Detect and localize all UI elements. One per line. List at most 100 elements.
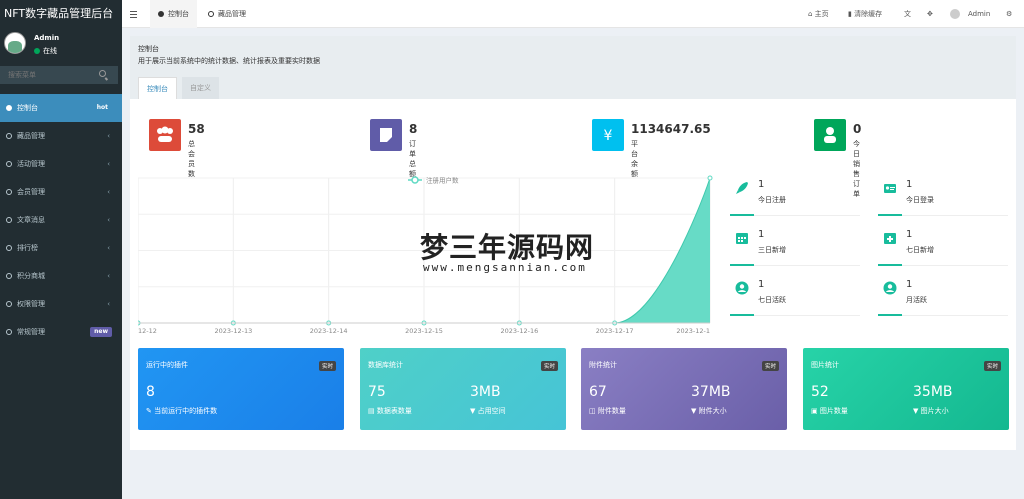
card-label: ▣ 图片数量 bbox=[811, 407, 848, 415]
divider bbox=[754, 215, 860, 216]
watermark-url: www.mengsannian.com bbox=[423, 261, 587, 274]
sidebar-item-members[interactable]: 会员管理 ‹ bbox=[0, 178, 122, 206]
app-brand[interactable]: NFT数字藏品管理后台 bbox=[0, 0, 122, 28]
avatar-small-icon bbox=[950, 9, 960, 19]
stat-label: 订单总额 bbox=[409, 140, 416, 178]
fullscreen-icon[interactable]: ✥ bbox=[927, 0, 933, 28]
plugin-icon: ✎ bbox=[146, 407, 155, 415]
underline bbox=[878, 314, 902, 316]
calendar-icon bbox=[736, 233, 748, 244]
main-content: 控制台 用于展示当前系统中的统计数据、统计报表及重要实时数据 控制台 自定义 5… bbox=[130, 36, 1016, 450]
card-value: 52 bbox=[811, 384, 829, 400]
x-tick-label: 2023-12-16 bbox=[500, 327, 538, 334]
legend-marker bbox=[411, 176, 419, 184]
card-value: 8 bbox=[146, 384, 155, 400]
divider bbox=[902, 315, 1008, 316]
circle-icon bbox=[208, 11, 214, 17]
sidebar-item-points-mall[interactable]: 积分商城 ‹ bbox=[0, 262, 122, 290]
mini-value: 1 bbox=[758, 229, 765, 240]
home-icon: ⌂ bbox=[808, 10, 815, 18]
card-database: 数据库统计 实时 75 3MB ▤ 数据表数量 ▼ 占用空间 bbox=[360, 348, 566, 430]
sidebar-item-activities[interactable]: 活动管理 ‹ bbox=[0, 150, 122, 178]
card-title: 图片统计 bbox=[811, 361, 839, 369]
sidebar-item-general[interactable]: 常规管理 new bbox=[0, 318, 122, 346]
tab-collections[interactable]: 藏品管理 bbox=[202, 0, 252, 28]
user-panel: Admin 在线 bbox=[0, 28, 122, 66]
card-label-2: ▼ 附件大小 bbox=[691, 407, 727, 415]
tab-custom[interactable]: 自定义 bbox=[182, 77, 219, 99]
card-value-2: 35MB bbox=[913, 384, 953, 400]
top-user[interactable]: Admin bbox=[950, 0, 990, 28]
circle-icon bbox=[6, 301, 12, 307]
user-status: 在线 bbox=[34, 46, 57, 56]
card-label-2: ▼ 占用空间 bbox=[470, 407, 506, 415]
sidebar-item-dashboard[interactable]: 控制台 hot bbox=[0, 94, 122, 122]
settings-icon[interactable]: ⚙ bbox=[1006, 0, 1012, 28]
stat-label: 平台余额 bbox=[631, 140, 638, 178]
circle-icon bbox=[6, 161, 12, 167]
dot-icon bbox=[158, 11, 164, 17]
card-plugins: 运行中的插件 实时 8 ✎ 当前运行中的插件数 bbox=[138, 348, 344, 430]
chevron-left-icon: ‹ bbox=[107, 132, 110, 140]
card-value-2: 37MB bbox=[691, 384, 731, 400]
page-title: 控制台 bbox=[138, 45, 159, 53]
x-tick-label: 12-12 bbox=[138, 327, 157, 334]
sidebar-search bbox=[0, 66, 118, 84]
sidebar-item-ranking[interactable]: 排行榜 ‹ bbox=[0, 234, 122, 262]
x-tick-label: 2023-12-15 bbox=[405, 327, 443, 334]
circle-icon bbox=[6, 217, 12, 223]
mini-seven-day-active: 1 七日活跃 bbox=[730, 276, 860, 316]
search-icon[interactable] bbox=[99, 70, 106, 77]
chevron-left-icon: ‹ bbox=[107, 216, 110, 224]
chevron-left-icon: ‹ bbox=[107, 160, 110, 168]
divider bbox=[902, 265, 1008, 266]
filter-icon: ▼ bbox=[470, 407, 478, 415]
stat-value: 8 bbox=[409, 122, 418, 136]
calendar-plus-icon bbox=[884, 233, 896, 244]
user-name: Admin bbox=[34, 34, 60, 42]
tab-dashboard[interactable]: 控制台 bbox=[150, 0, 197, 28]
database-icon: ▤ bbox=[368, 407, 377, 415]
yen-icon: ¥ bbox=[592, 119, 624, 151]
clear-cache-button[interactable]: ▮ 清除缓存 bbox=[848, 0, 882, 28]
underline bbox=[730, 314, 754, 316]
realtime-badge: 实时 bbox=[318, 361, 336, 371]
hot-badge: hot bbox=[92, 103, 112, 113]
card-value: 75 bbox=[368, 384, 386, 400]
user-circle-icon bbox=[735, 281, 749, 295]
circle-icon bbox=[6, 329, 12, 335]
realtime-badge: 实时 bbox=[540, 361, 558, 371]
home-link[interactable]: ⌂ 主页 bbox=[808, 0, 829, 28]
translate-icon[interactable]: 文 bbox=[904, 0, 911, 28]
svg-text:¥: ¥ bbox=[604, 128, 613, 144]
card-value-2: 3MB bbox=[470, 384, 501, 400]
tab-overview[interactable]: 控制台 bbox=[138, 77, 177, 99]
card-attachments: 附件统计 实时 67 37MB ◫ 附件数量 ▼ 附件大小 bbox=[581, 348, 787, 430]
user-icon bbox=[814, 119, 846, 151]
attachment-icon: ◫ bbox=[589, 407, 598, 415]
card-label: ✎ 当前运行中的插件数 bbox=[146, 407, 218, 415]
sidebar: NFT数字藏品管理后台 Admin 在线 控制台hot 藏品管理‹ 活动管理‹ … bbox=[0, 0, 122, 499]
divider bbox=[754, 265, 860, 266]
sidebar-item-articles[interactable]: 文章消息 ‹ bbox=[0, 206, 122, 234]
menu-toggle-icon[interactable] bbox=[130, 0, 138, 28]
underline bbox=[730, 264, 754, 266]
chevron-left-icon: ‹ bbox=[107, 188, 110, 196]
mini-label: 七日新增 bbox=[906, 246, 934, 254]
card-title: 数据库统计 bbox=[368, 361, 403, 369]
circle-icon bbox=[6, 245, 12, 251]
image-icon: ▣ bbox=[811, 407, 820, 415]
divider bbox=[754, 315, 860, 316]
mini-monthly-active: 1 月活跃 bbox=[878, 276, 1008, 316]
filter-icon: ▼ bbox=[691, 407, 699, 415]
user-circle-icon bbox=[883, 281, 897, 295]
filter-icon: ▼ bbox=[913, 407, 921, 415]
underline bbox=[878, 214, 902, 216]
online-dot-icon bbox=[34, 48, 40, 54]
sidebar-item-permissions[interactable]: 权限管理 ‹ bbox=[0, 290, 122, 318]
card-title: 附件统计 bbox=[589, 361, 617, 369]
stat-value: 58 bbox=[188, 122, 205, 136]
sidebar-item-collections[interactable]: 藏品管理 ‹ bbox=[0, 122, 122, 150]
x-tick-label: 2023-12-13 bbox=[214, 327, 252, 334]
note-icon bbox=[370, 119, 402, 151]
